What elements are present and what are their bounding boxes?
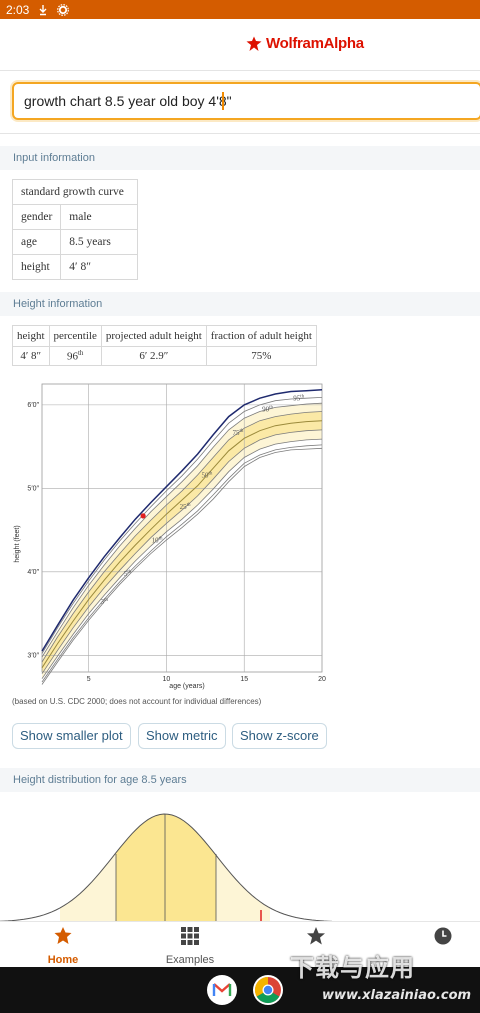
status-time: 2:03: [6, 2, 30, 17]
table-row: height 4′ 8″: [11, 254, 139, 280]
series-line-p25: [41, 429, 323, 674]
distribution-curve-svg: [0, 813, 480, 922]
series-line-p5: [41, 444, 323, 683]
wolframalpha-logo[interactable]: WolframAlpha: [246, 35, 364, 52]
nav-examples[interactable]: Examples: [155, 922, 225, 968]
show-smaller-plot-button[interactable]: Show smaller plot: [12, 723, 131, 749]
percentile-band-25-75: [42, 411, 322, 674]
height-distribution-chart[interactable]: [0, 792, 480, 922]
table-header: standard growth curve: [11, 179, 139, 205]
percentile-label: 3th: [101, 598, 109, 606]
growth-chart-svg: 3th5th10th25th50th75th90th95th 5 10 15 203′…: [14, 383, 326, 690]
wolfram-spikey-icon: [246, 36, 262, 51]
search-box[interactable]: [12, 82, 480, 120]
projected-adult-height-value: 6′ 2.9″: [100, 346, 207, 366]
fraction-adult-height-value: 75%: [205, 346, 317, 366]
y-axis-label: height (feet): [14, 525, 21, 562]
row-value: 4′ 8″: [60, 254, 139, 280]
col-header: projected adult height: [100, 325, 207, 347]
y-tick-label: 4′0″: [27, 569, 39, 576]
download-icon: [39, 4, 47, 15]
row-value: male: [60, 204, 139, 230]
percentile-label: 95th: [293, 395, 304, 403]
table-row: gender male: [11, 204, 139, 230]
home-spikey-icon: [54, 927, 72, 944]
percentile-band-10-90: [42, 403, 322, 679]
grid-icon: [181, 927, 199, 945]
x-tick-label: 20: [318, 676, 326, 683]
clock-icon: [434, 927, 452, 945]
growth-chart[interactable]: 3th 5th 10th 25th 50th 75th 90th 95th 5 10 15 20 3′…: [12, 379, 331, 692]
y-tick-label: 3′0″: [27, 652, 39, 659]
divider: [0, 133, 480, 134]
percentile-label: 10th: [152, 536, 163, 544]
current-height-point: [140, 513, 146, 519]
height-distribution-title: Height distribution for age 8.5 years: [0, 768, 480, 792]
show-metric-button[interactable]: Show metric: [138, 723, 226, 749]
table-row: 4′ 8″ 96th 6′ 2.9″ 75%: [12, 346, 317, 366]
search-input[interactable]: [14, 84, 480, 118]
nav-examples-label: Examples: [165, 954, 215, 966]
height-information-table: height percentile projected adult height…: [12, 325, 317, 366]
nav-home[interactable]: Home: [33, 922, 93, 968]
percentile-value: 96th: [48, 346, 102, 366]
col-header: percentile: [48, 325, 102, 347]
series-line-p50: [41, 420, 323, 669]
chart-source-note: (based on U.S. CDC 2000; does not accoun…: [12, 697, 262, 706]
x-axis-label: age (years): [169, 683, 204, 690]
col-header: fraction of adult height: [205, 325, 317, 347]
height-value: 4′ 8″: [12, 346, 50, 366]
input-information-title: Input information: [0, 146, 480, 170]
x-tick-label: 10: [163, 676, 171, 683]
settings-gear-icon: [57, 3, 70, 16]
table-row: age 8.5 years: [11, 229, 139, 255]
logo-text: WolframAlpha: [266, 35, 364, 52]
row-label: age: [11, 229, 62, 255]
row-value: 8.5 years: [60, 229, 139, 255]
row-label: gender: [11, 204, 62, 230]
app-header: WolframAlpha: [0, 19, 480, 71]
y-tick-label: 5′0″: [27, 485, 39, 492]
x-tick-label: 5: [87, 676, 91, 683]
y-tick-label: 6′0″: [27, 402, 39, 409]
text-caret: [222, 92, 224, 110]
series-line-p10: [41, 438, 323, 679]
row-label: height: [11, 254, 62, 280]
chrome-icon[interactable]: [253, 975, 283, 1005]
gmail-icon[interactable]: [207, 975, 237, 1005]
show-z-score-button[interactable]: Show z-score: [232, 723, 327, 749]
watermark-url: www.xlazainiao.com: [322, 988, 472, 1003]
col-header: height: [12, 325, 50, 347]
percentile-label: 5th: [124, 570, 132, 578]
height-information-title: Height information: [0, 292, 480, 316]
nav-history[interactable]: [423, 922, 463, 968]
status-bar: 2:03: [0, 0, 480, 19]
input-information-table: standard growth curve gender male age 8.…: [11, 179, 139, 280]
x-tick-label: 15: [240, 676, 248, 683]
watermark-logo: 下载与应用: [290, 954, 415, 982]
nav-home-label: Home: [47, 954, 79, 966]
star-icon: [307, 927, 325, 945]
